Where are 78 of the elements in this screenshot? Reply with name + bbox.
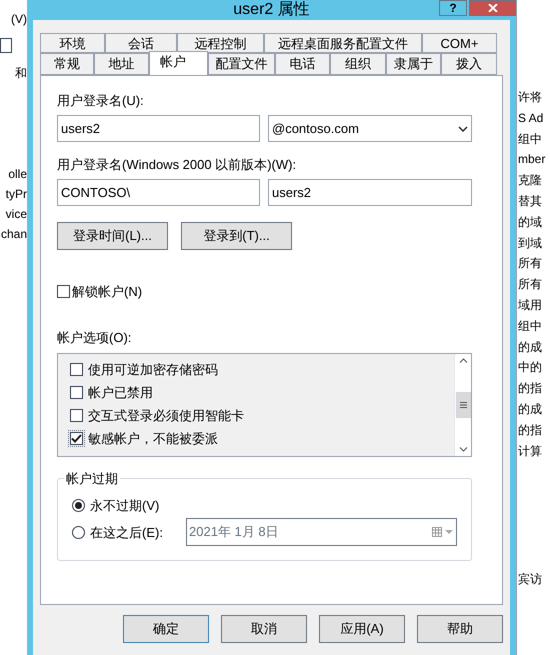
grip-icon xyxy=(460,402,466,408)
background-text: mber xyxy=(518,151,546,168)
checkbox-label: 交互式登录必须使用智能卡 xyxy=(88,406,244,425)
date-picker[interactable]: 2021年 1月 8日 xyxy=(186,518,457,546)
background-text: vice xyxy=(6,206,27,223)
checkmark-icon xyxy=(71,434,82,443)
tab[interactable]: 电话 xyxy=(275,53,330,75)
background-text: 的成 xyxy=(518,338,542,356)
radio-button[interactable] xyxy=(72,526,85,539)
background-text: 的成 xyxy=(518,401,542,418)
background-text: tyPr xyxy=(6,186,27,203)
background-text: 到域 xyxy=(518,234,542,252)
background-text: chan xyxy=(0,226,27,243)
calendar-icon xyxy=(432,526,454,536)
background-text: (V) xyxy=(11,11,27,28)
dialog-button[interactable]: 应用(A) xyxy=(319,615,405,643)
pre2000-name-field[interactable]: users2 xyxy=(268,179,472,206)
checkbox-label: 帐户已禁用 xyxy=(88,384,153,402)
chevron-down-icon xyxy=(458,446,468,452)
radio-label: 在这之后(E): xyxy=(90,524,163,542)
scrollbar[interactable] xyxy=(454,354,471,456)
chevron-down-icon xyxy=(458,126,468,132)
logon-name-field[interactable]: users2 xyxy=(57,115,260,142)
background-text: 和 xyxy=(15,65,27,82)
tab[interactable]: 环境 xyxy=(40,33,105,53)
tab[interactable]: 组织 xyxy=(330,53,386,75)
field-label: 用户登录名(U): xyxy=(57,92,145,110)
checkbox-label: 敏感帐户，不能被委派 xyxy=(88,430,218,448)
tab[interactable]: 会话 xyxy=(105,33,177,53)
background-text: 域用 xyxy=(518,297,542,314)
tab[interactable]: COM+ xyxy=(422,33,497,53)
scrollbar-thumb[interactable] xyxy=(456,392,470,418)
close-icon xyxy=(488,4,498,12)
background-text: 替其 xyxy=(518,193,542,210)
tab[interactable]: 地址 xyxy=(94,53,149,75)
tab[interactable]: 拨入 xyxy=(441,53,497,75)
field-label: 用户登录名(Windows 2000 以前版本)(W): xyxy=(57,156,298,174)
background-text: 中的 xyxy=(518,359,542,376)
background-text: 的指 xyxy=(518,422,542,439)
tab[interactable]: 配置文件 xyxy=(208,53,275,75)
tab[interactable]: 常规 xyxy=(40,53,94,75)
checkbox-label: 解锁帐户(N) xyxy=(72,283,142,301)
logon-button[interactable]: 登录时间(L)... xyxy=(57,222,168,250)
background-text: olle xyxy=(8,166,27,183)
window-title: user2 属性 xyxy=(233,0,310,20)
section-label: 帐户选项(O): xyxy=(57,328,132,346)
domain-prefix-field[interactable]: CONTOSO\ xyxy=(57,179,260,206)
background-text: 组中 xyxy=(518,318,542,335)
help-button[interactable]: ? xyxy=(439,0,467,16)
tab[interactable]: 远程桌面服务配置文件 xyxy=(264,33,422,53)
background-text: 克隆 xyxy=(518,172,542,190)
checkbox-label: 使用可逆加密存储密码 xyxy=(88,360,218,379)
dialog-button[interactable]: 确定 xyxy=(123,615,209,643)
background-text: 的指 xyxy=(518,380,542,398)
checkbox[interactable] xyxy=(70,363,83,376)
background-text: 的域 xyxy=(518,214,542,231)
radio-label: 永不过期(V) xyxy=(90,496,160,515)
background-text: 组中 xyxy=(518,130,542,148)
dialog-button[interactable]: 取消 xyxy=(221,615,307,643)
background-text: 所有 xyxy=(518,255,542,272)
checkbox[interactable] xyxy=(70,386,83,399)
checkbox[interactable] xyxy=(70,409,83,422)
tab[interactable]: 远程控制 xyxy=(177,33,264,53)
logon-button[interactable]: 登录到(T)... xyxy=(181,222,292,250)
background-text: S Ad xyxy=(518,110,544,127)
checkbox[interactable] xyxy=(57,285,70,298)
tab[interactable]: 隶属于 xyxy=(386,53,441,75)
radio-button[interactable] xyxy=(72,499,85,512)
checkbox[interactable] xyxy=(70,432,83,445)
background-text: 宾访 xyxy=(518,571,542,588)
close-button[interactable] xyxy=(469,0,516,16)
domain-dropdown[interactable]: @contoso.com xyxy=(268,115,472,142)
chevron-up-icon xyxy=(458,358,468,362)
background-text: 计算 xyxy=(518,442,542,460)
tab[interactable]: 帐户 xyxy=(149,51,208,75)
background-text: 许将 xyxy=(518,89,542,106)
background-text: 所有 xyxy=(518,276,542,294)
dialog-button[interactable]: 帮助 xyxy=(417,615,503,643)
